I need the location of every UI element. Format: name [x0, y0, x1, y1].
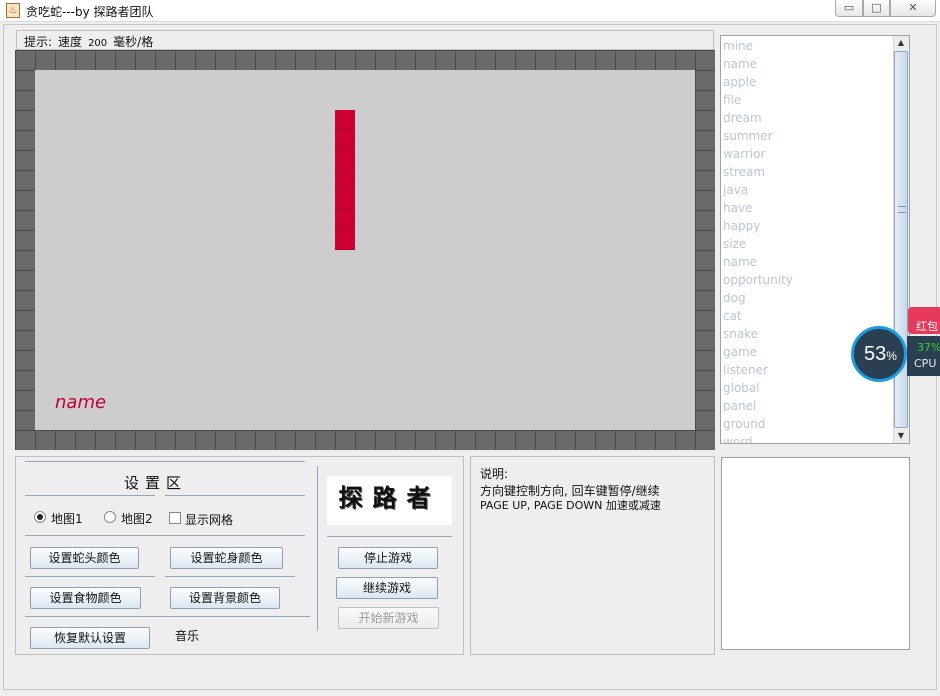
word-list[interactable]: mine name apple file dream summer warrior strea…	[720, 35, 910, 444]
java-app-icon[interactable]: ♨	[6, 3, 20, 18]
close-button[interactable]: ✕	[890, 0, 936, 17]
speed-value: 200	[88, 38, 108, 49]
snake-segment	[335, 150, 355, 170]
team-logo-text: 探路者	[338, 483, 441, 512]
word-list-items: mine name apple file dream summer warrior strea…	[722, 37, 892, 443]
show-grid-checkbox[interactable]	[169, 512, 181, 524]
set-food-color-button[interactable]: 设置食物颜色	[30, 587, 141, 609]
snake-segment	[335, 130, 355, 150]
divider	[165, 495, 305, 496]
divider	[327, 536, 452, 537]
word-list-item[interactable]: file	[722, 91, 892, 109]
word-list-item[interactable]: word	[722, 433, 892, 443]
stop-game-button[interactable]: 停止游戏	[338, 547, 438, 569]
settings-title: 设置区	[124, 474, 188, 492]
snake-segment	[335, 190, 355, 210]
snake-segment	[335, 170, 355, 190]
game-field[interactable]	[35, 70, 695, 430]
speed-label: 速度	[58, 35, 83, 49]
set-head-color-button[interactable]: 设置蛇头颜色	[30, 547, 139, 569]
instructions-title: 说明:	[480, 467, 509, 481]
word-list-item[interactable]: name	[722, 253, 892, 271]
word-list-item[interactable]: ground	[722, 415, 892, 433]
divider	[25, 616, 310, 617]
divider	[25, 495, 155, 496]
scroll-up-arrow-icon[interactable]: ▲	[893, 36, 909, 50]
word-list-item[interactable]: cat	[722, 307, 892, 325]
gauge-number: 53	[864, 343, 887, 365]
divider	[25, 576, 155, 577]
new-game-button[interactable]: 开始新游戏	[338, 607, 439, 629]
resume-game-button[interactable]: 继续游戏	[336, 577, 438, 599]
word-list-item[interactable]: panel	[722, 397, 892, 415]
word-list-item[interactable]: global	[722, 379, 892, 397]
gauge-unit: %	[886, 349, 897, 363]
speed-unit: 毫秒/格	[113, 35, 154, 49]
divider	[317, 466, 318, 631]
set-body-color-button[interactable]: 设置蛇身颜色	[170, 547, 283, 569]
food-word: name	[55, 392, 107, 413]
reset-defaults-button[interactable]: 恢复默认设置	[30, 627, 150, 649]
map2-radio[interactable]	[104, 511, 116, 523]
instructions-line: PAGE UP, PAGE DOWN 加速或减速	[480, 499, 661, 512]
word-list-item[interactable]: happy	[722, 217, 892, 235]
info-box	[721, 457, 910, 650]
word-list-item[interactable]: summer	[722, 127, 892, 145]
word-list-item[interactable]: warrior	[722, 145, 892, 163]
map2-label[interactable]: 地图2	[121, 510, 153, 527]
word-list-item[interactable]: apple	[722, 73, 892, 91]
word-list-item[interactable]: mine	[722, 37, 892, 55]
word-list-item[interactable]: dream	[722, 109, 892, 127]
set-background-color-button[interactable]: 设置背景颜色	[170, 587, 280, 609]
tip-label: 提示:	[24, 35, 53, 49]
word-list-item[interactable]: dog	[722, 289, 892, 307]
map1-label[interactable]: 地图1	[51, 510, 83, 527]
divider	[25, 535, 305, 536]
music-label[interactable]: 音乐	[175, 627, 199, 644]
cpu-percent: 37%	[917, 341, 940, 354]
minimize-button[interactable]: ▭	[835, 0, 863, 17]
scroll-down-arrow-icon[interactable]: ▼	[893, 429, 909, 443]
memory-gauge-value: 53%	[864, 343, 897, 366]
window-title: 贪吃蛇---by 探路者团队	[26, 5, 154, 19]
snake-segment	[335, 210, 355, 230]
snake-segment	[335, 230, 355, 250]
word-list-item[interactable]: java	[722, 181, 892, 199]
divider	[25, 461, 305, 462]
word-list-item[interactable]: size	[722, 235, 892, 253]
snake-segment	[335, 110, 355, 130]
scrollbar-grip-icon	[898, 206, 906, 213]
word-list-item[interactable]: stream	[722, 163, 892, 181]
tip-text: 提示: 速度 200 毫秒/格	[24, 33, 159, 50]
word-list-item[interactable]: have	[722, 199, 892, 217]
maximize-button[interactable]: □	[863, 0, 890, 17]
show-grid-label[interactable]: 显示网格	[185, 511, 233, 528]
map1-radio[interactable]	[34, 511, 46, 523]
cpu-label: CPU	[914, 357, 937, 370]
word-list-item[interactable]: opportunity	[722, 271, 892, 289]
red-packet-badge: 红包	[916, 320, 938, 333]
word-list-item[interactable]: name	[722, 55, 892, 73]
divider	[165, 576, 295, 577]
